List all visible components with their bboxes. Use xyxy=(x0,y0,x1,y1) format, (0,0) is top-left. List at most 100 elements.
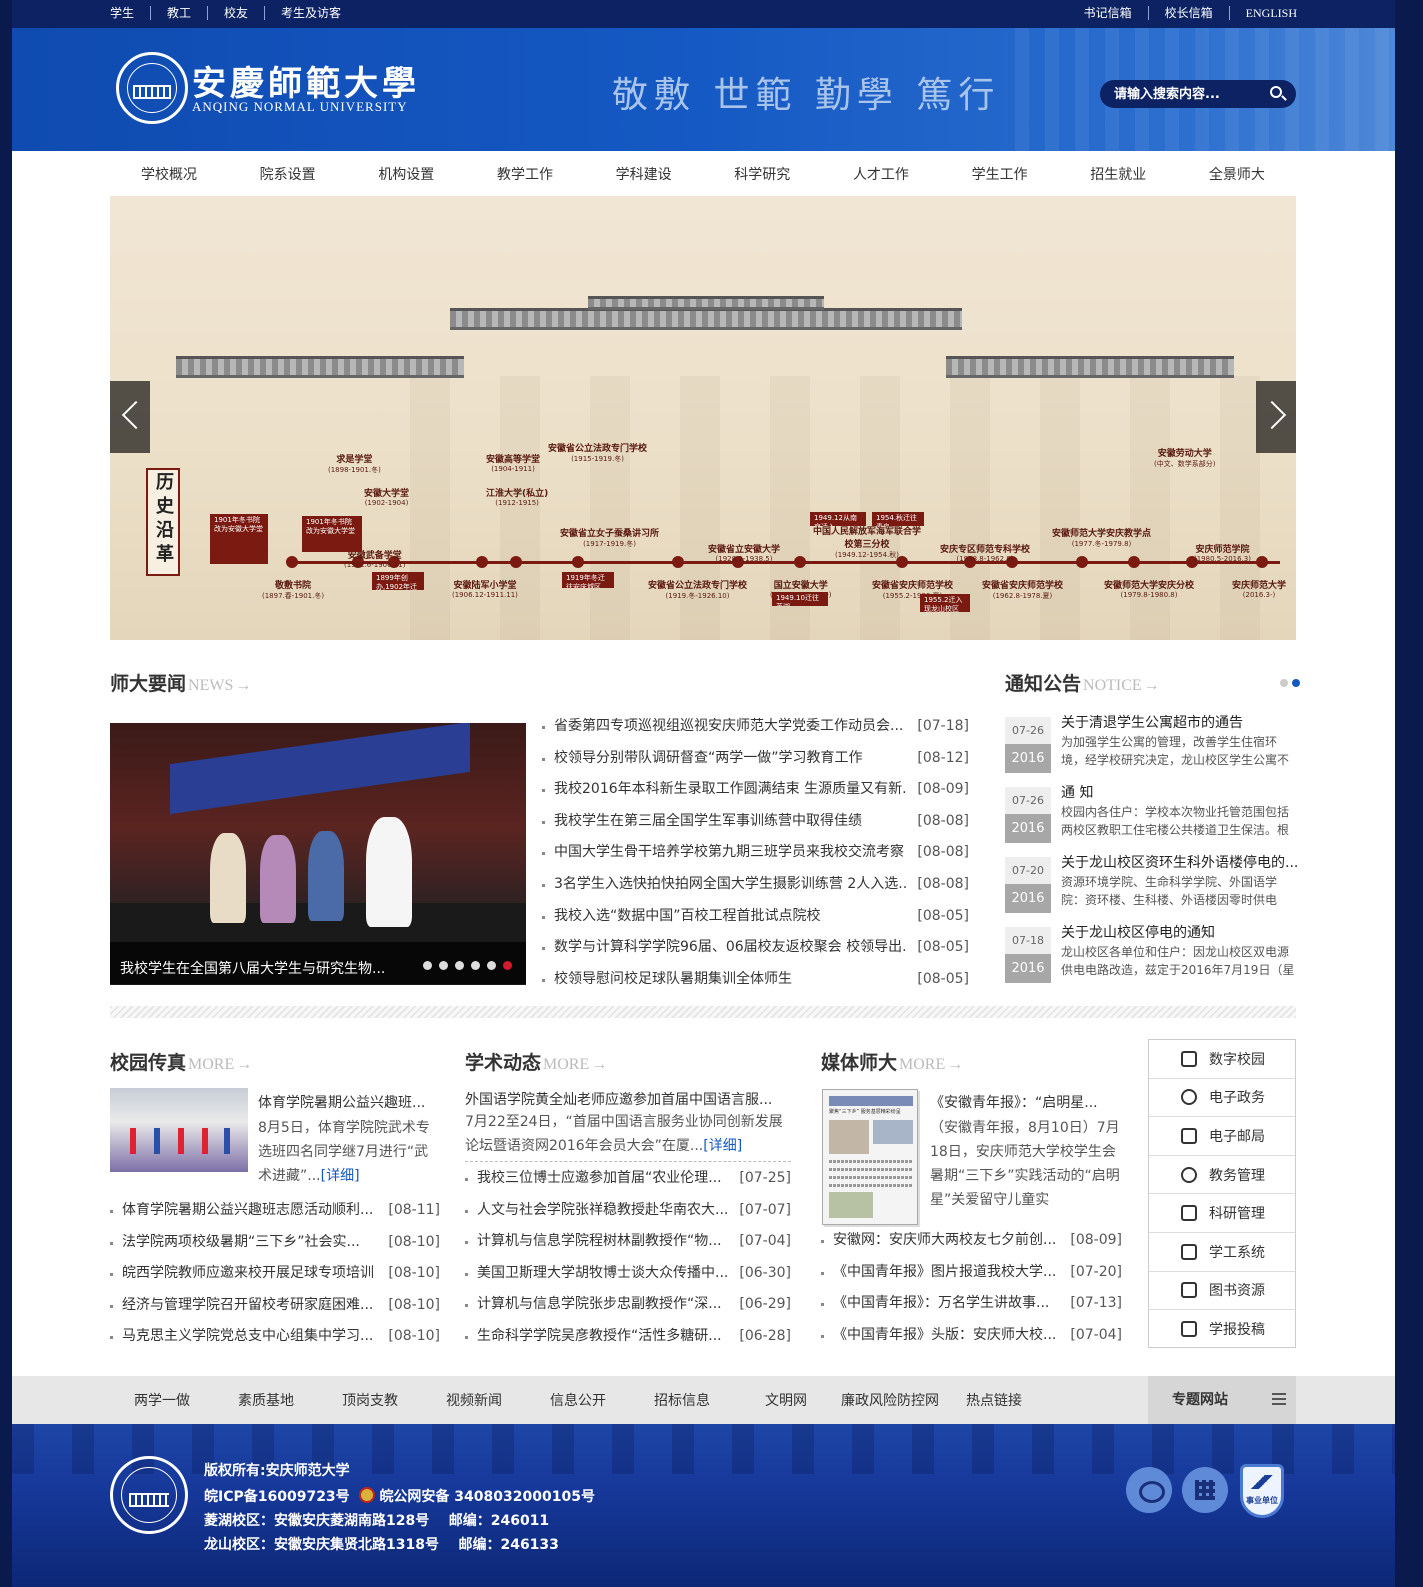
campus-list-item[interactable]: 法学院两项校级暑期“三下乡”社会实... [08-10] xyxy=(110,1227,440,1259)
top-link-alumni[interactable]: 校友 xyxy=(208,6,266,20)
list-item-title[interactable]: 法学院两项校级暑期“三下乡”社会实... xyxy=(110,1227,378,1259)
notice-title[interactable]: 关于龙山校区停电的通知 xyxy=(1061,922,1297,942)
campus-list-item[interactable]: 皖西学院教师应邀来校开展足球专项培训 [08-10] xyxy=(110,1258,440,1290)
nav-item-research[interactable]: 科学研究 xyxy=(703,164,821,184)
list-item-title[interactable]: 校领导慰问校足球队暑期集训全体师生 xyxy=(542,964,907,996)
campus-detail-link[interactable]: [详细] xyxy=(321,1168,360,1184)
notice-item[interactable]: 07-20 2016 关于龙山校区资环生科外语楼停电的... 资源环境学院、生命科学学… xyxy=(1005,855,1297,913)
news-list-item[interactable]: 省委第四专项巡视组巡视安庆师范大学党委工作动员会... [07-18] xyxy=(542,711,969,743)
footer-nav-link[interactable]: 两学一做 xyxy=(110,1390,214,1410)
quick-link-1[interactable]: 数字校园 xyxy=(1149,1040,1295,1079)
nav-item-talent[interactable]: 人才工作 xyxy=(822,164,940,184)
carousel-dot[interactable] xyxy=(439,961,448,970)
notice-title[interactable]: 关于清退学生公寓超市的通告 xyxy=(1061,712,1297,732)
notice-section-title[interactable]: 通知公告 NOTICE → xyxy=(1005,669,1160,696)
nav-item-disciplines[interactable]: 学科建设 xyxy=(585,164,703,184)
campus-section-title[interactable]: 校园传真 MORE → xyxy=(110,1048,252,1075)
academic-list-item[interactable]: 美国卫斯理大学胡牧博士谈大众传播中... [06-30] xyxy=(465,1258,791,1290)
list-item-title[interactable]: 数学与计算科学学院96届、06届校友返校聚会 校领导出... xyxy=(542,932,907,964)
qr-code-icon[interactable] xyxy=(1182,1467,1228,1513)
footer-nav-link[interactable]: 招标信息 xyxy=(630,1390,734,1410)
news-photo[interactable]: 我校学生在全国第八届大学生与研究生物... xyxy=(110,723,526,985)
nav-item-overview[interactable]: 学校概况 xyxy=(110,164,228,184)
footer-nav-link[interactable]: 文明网 xyxy=(734,1390,838,1410)
media-list-item[interactable]: 《中国青年报》：万名学生讲故事... [07-13] xyxy=(821,1288,1122,1320)
footer-nav-link[interactable]: 热点链接 xyxy=(942,1390,1046,1410)
nav-item-admissions[interactable]: 招生就业 xyxy=(1059,164,1177,184)
slider-prev-arrow[interactable] xyxy=(110,381,150,453)
pager-dot[interactable] xyxy=(1280,679,1288,687)
quick-link-5[interactable]: 科研管理 xyxy=(1149,1194,1295,1233)
slider-next-arrow[interactable] xyxy=(1256,381,1296,453)
media-section-title[interactable]: 媒体师大 MORE → xyxy=(821,1048,963,1075)
academic-list-item[interactable]: 计算机与信息学院程树林副教授作“物... [07-04] xyxy=(465,1226,791,1258)
police-record-link[interactable]: 皖公网安备 3408032000105号 xyxy=(379,1489,595,1505)
list-item-title[interactable]: 《中国青年报》：万名学生讲故事... xyxy=(821,1288,1060,1320)
academic-detail-link[interactable]: [详细] xyxy=(703,1138,742,1154)
quick-link-6[interactable]: 学工系统 xyxy=(1149,1233,1295,1272)
carousel-dot[interactable] xyxy=(487,961,496,970)
academic-list-item[interactable]: 我校三位博士应邀参加首届“农业伦理... [07-25] xyxy=(465,1163,791,1195)
notice-item[interactable]: 07-26 2016 通 知校园内各住户：学校本次物业托管范围包括两校区教职工住宅楼… xyxy=(1005,785,1297,843)
university-seal-logo[interactable] xyxy=(116,52,188,124)
news-list-item[interactable]: 校领导分别带队调研督查“两学一做”学习教育工作 [08-12] xyxy=(542,743,969,775)
academic-list-item[interactable]: 生命科学学院吴彦教授作“活性多糖研... [06-28] xyxy=(465,1321,791,1353)
news-section-title[interactable]: 师大要闻 NEWS → xyxy=(110,669,251,696)
notice-item[interactable]: 07-26 2016 关于清退学生公寓超市的通告 为加强学生公寓的管理，改善学生住宿环… xyxy=(1005,715,1297,773)
top-link-president-mailbox[interactable]: 校长信箱 xyxy=(1149,6,1230,20)
media-list-item[interactable]: 《中国青年报》头版：安庆师大校... [07-04] xyxy=(821,1320,1122,1352)
top-link-students[interactable]: 学生 xyxy=(110,6,152,20)
news-list-item[interactable]: 3名学生入选快拍快拍网全国大学生摄影训练营 2人入选... [08-08] xyxy=(542,869,969,901)
search-input[interactable] xyxy=(1114,86,1264,102)
academic-list-item[interactable]: 计算机与信息学院张步忠副教授作“深... [06-29] xyxy=(465,1289,791,1321)
list-item-title[interactable]: 马克思主义学院党总支中心组集中学习... xyxy=(110,1321,378,1353)
quick-link-3[interactable]: 电子邮局 xyxy=(1149,1117,1295,1156)
quick-link-2[interactable]: 电子政务 xyxy=(1149,1079,1295,1118)
footer-nav-link[interactable]: 顶岗支教 xyxy=(318,1390,422,1410)
news-list-item[interactable]: 我校2016年本科新生录取工作圆满结束 生源质量又有新... [08-09] xyxy=(542,774,969,806)
list-item-title[interactable]: 我校学生在第三届全国学生军事训练营中取得佳绩 xyxy=(542,806,907,838)
media-list-item[interactable]: 安徽网：安庆师大两校友七夕前创... [08-09] xyxy=(821,1225,1122,1257)
search-icon[interactable] xyxy=(1270,86,1282,98)
campus-feature-thumbnail[interactable] xyxy=(110,1088,248,1172)
newspaper-thumbnail[interactable]: 聚焦“三下乡” 服务基层精彩纷呈 xyxy=(822,1089,918,1225)
carousel-dot[interactable] xyxy=(455,961,464,970)
news-list-item[interactable]: 校领导慰问校足球队暑期集训全体师生 [08-05] xyxy=(542,964,969,996)
footer-nav-link[interactable]: 廉政风险防控网 xyxy=(838,1390,942,1410)
news-list-item[interactable]: 我校学生在第三届全国学生军事训练营中取得佳绩 [08-08] xyxy=(542,806,969,838)
list-item-title[interactable]: 安徽网：安庆师大两校友七夕前创... xyxy=(821,1225,1060,1257)
carousel-dot[interactable] xyxy=(423,961,432,970)
top-link-visitors[interactable]: 考生及访客 xyxy=(265,6,357,20)
notice-title[interactable]: 关于龙山校区资环生科外语楼停电的... xyxy=(1061,852,1297,872)
news-photo-caption[interactable]: 我校学生在全国第八届大学生与研究生物... xyxy=(120,958,390,978)
top-link-staff[interactable]: 教工 xyxy=(151,6,209,20)
list-item-title[interactable]: 我校2016年本科新生录取工作圆满结束 生源质量又有新... xyxy=(542,774,907,806)
nav-item-departments[interactable]: 院系设置 xyxy=(229,164,347,184)
list-item-title[interactable]: 3名学生入选快拍快拍网全国大学生摄影训练营 2人入选... xyxy=(542,869,907,901)
quick-link-7[interactable]: 图书资源 xyxy=(1149,1272,1295,1311)
footer-nav-link[interactable]: 素质基地 xyxy=(214,1390,318,1410)
list-item-title[interactable]: 皖西学院教师应邀来校开展足球专项培训 xyxy=(110,1258,378,1290)
nav-item-panorama[interactable]: 全景师大 xyxy=(1178,164,1296,184)
carousel-dot[interactable] xyxy=(471,961,480,970)
list-item-title[interactable]: 中国大学生骨干培养学校第九期三班学员来我校交流考察 xyxy=(542,837,907,869)
weibo-icon[interactable] xyxy=(1126,1467,1172,1513)
academic-list-item[interactable]: 人文与社会学院张祥稳教授赴华南农大... [07-07] xyxy=(465,1195,791,1227)
list-item-title[interactable]: 我校三位博士应邀参加首届“农业伦理... xyxy=(465,1163,729,1195)
list-item-title[interactable]: 《中国青年报》图片报道我校大学... xyxy=(821,1257,1060,1289)
footer-nav-link[interactable]: 信息公开 xyxy=(526,1390,630,1410)
list-item-title[interactable]: 我校入选“数据中国”百校工程首批试点院校 xyxy=(542,901,907,933)
campus-list-item[interactable]: 体育学院暑期公益兴趣班志愿活动顺利... [08-11] xyxy=(110,1195,440,1227)
notice-title[interactable]: 通 知 xyxy=(1061,782,1297,802)
list-item-title[interactable]: 省委第四专项巡视组巡视安庆师范大学党委工作动员会... xyxy=(542,711,907,743)
news-list-item[interactable]: 我校入选“数据中国”百校工程首批试点院校 [08-05] xyxy=(542,901,969,933)
carousel-dot-active[interactable] xyxy=(503,961,512,970)
list-item-title[interactable]: 体育学院暑期公益兴趣班志愿活动顺利... xyxy=(110,1195,378,1227)
icp-link[interactable]: 皖ICP备16009723号 xyxy=(204,1489,350,1505)
quick-link-4[interactable]: 教务管理 xyxy=(1149,1156,1295,1195)
list-item-title[interactable]: 人文与社会学院张祥稳教授赴华南农大... xyxy=(465,1195,729,1227)
pager-dot-active[interactable] xyxy=(1292,679,1300,687)
quick-link-8[interactable]: 学报投稿 xyxy=(1149,1310,1295,1349)
media-list-item[interactable]: 《中国青年报》图片报道我校大学... [07-20] xyxy=(821,1257,1122,1289)
top-link-secretary-mailbox[interactable]: 书记信箱 xyxy=(1068,6,1149,20)
